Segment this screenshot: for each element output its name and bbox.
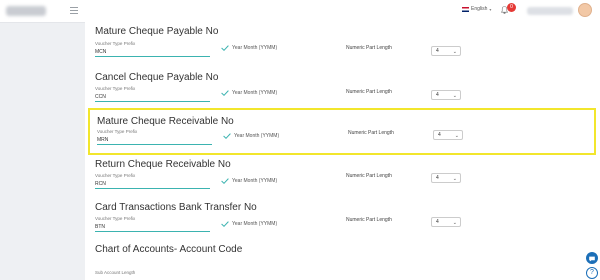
year-month-option[interactable]: Year Month (YYMM) — [221, 45, 277, 51]
chevron-down-icon: ⌄ — [452, 176, 457, 182]
year-month-option[interactable]: Year Month (YYMM) — [221, 178, 277, 184]
chat-button[interactable] — [586, 252, 598, 264]
numeric-part-label: Numeric Part Length — [346, 217, 392, 223]
year-month-label: Year Month (YYMM) — [232, 221, 278, 227]
prefix-input[interactable]: RCN — [95, 180, 210, 189]
numeric-part-label: Numeric Part Length — [346, 173, 392, 179]
prefix-input[interactable]: MRN — [97, 136, 212, 145]
prefix-label: Voucher Type Prefix — [95, 216, 136, 221]
check-icon — [221, 221, 229, 227]
numeric-part-label: Numeric Part Length — [346, 45, 392, 51]
prefix-label: Voucher Type Prefix — [95, 86, 136, 91]
numeric-length-value: 4 — [438, 132, 441, 138]
chart-of-accounts-title: Chart of Accounts- Account Code — [95, 244, 243, 255]
chevron-down-icon: ⌄ — [452, 49, 457, 55]
app-logo — [6, 6, 46, 16]
chevron-down-icon: ▾ — [489, 6, 492, 12]
check-icon — [221, 178, 229, 184]
prefix-input[interactable]: MCN — [95, 48, 210, 57]
numeric-length-value: 4 — [436, 48, 439, 54]
check-icon — [221, 90, 229, 96]
year-month-label: Year Month (YYMM) — [232, 45, 278, 51]
flag-icon — [462, 6, 469, 12]
user-name[interactable] — [527, 7, 573, 15]
numeric-length-value: 4 — [436, 175, 439, 181]
section-title: Cancel Cheque Payable No — [95, 72, 219, 83]
section-mature-cheque-receivable: Mature Cheque Receivable No Voucher Type… — [88, 108, 596, 155]
numeric-part-label: Numeric Part Length — [348, 130, 394, 136]
prefix-label: Voucher Type Prefix — [95, 41, 136, 46]
chevron-down-icon: ⌄ — [454, 133, 459, 139]
year-month-option[interactable]: Year Month (YYMM) — [221, 90, 277, 96]
prefix-input[interactable]: CCN — [95, 93, 210, 102]
numeric-length-select[interactable]: 4 ⌄ — [433, 130, 463, 140]
chevron-down-icon: ⌄ — [452, 93, 457, 99]
year-month-label: Year Month (YYMM) — [232, 178, 278, 184]
sub-account-length-label: Sub Account Length — [95, 270, 136, 275]
numeric-length-value: 4 — [436, 219, 439, 225]
prefix-input[interactable]: BTN — [95, 223, 210, 232]
numeric-part-label: Numeric Part Length — [346, 89, 392, 95]
numeric-length-select[interactable]: 4 ⌄ — [431, 90, 461, 100]
chat-icon — [589, 256, 595, 262]
numeric-length-select[interactable]: 4 ⌄ — [431, 217, 461, 227]
year-month-option[interactable]: Year Month (YYMM) — [221, 221, 277, 227]
top-bar: English ▾ 0 — [0, 0, 600, 23]
prefix-label: Voucher Type Prefix — [95, 173, 136, 178]
section-card-transactions-bank-transfer: Card Transactions Bank Transfer No Vouch… — [85, 200, 600, 248]
numeric-length-value: 4 — [436, 92, 439, 98]
menu-icon[interactable] — [70, 7, 78, 14]
help-button[interactable]: ? — [586, 267, 598, 279]
language-label: English — [471, 6, 488, 12]
section-mature-cheque-payable: Mature Cheque Payable No Voucher Type Pr… — [85, 26, 600, 74]
settings-panel: Mature Cheque Payable No Voucher Type Pr… — [85, 22, 600, 280]
avatar[interactable] — [578, 3, 592, 17]
section-title: Return Cheque Receivable No — [95, 159, 231, 170]
year-month-label: Year Month (YYMM) — [234, 133, 280, 139]
numeric-length-select[interactable]: 4 ⌄ — [431, 173, 461, 183]
section-title: Card Transactions Bank Transfer No — [95, 202, 257, 213]
section-return-cheque-receivable: Return Cheque Receivable No Voucher Type… — [85, 157, 600, 205]
check-icon — [221, 45, 229, 51]
check-icon — [223, 133, 231, 139]
prefix-label: Voucher Type Prefix — [97, 129, 138, 134]
year-month-option[interactable]: Year Month (YYMM) — [223, 133, 279, 139]
year-month-label: Year Month (YYMM) — [232, 90, 278, 96]
language-selector[interactable]: English ▾ — [462, 6, 491, 12]
help-icon: ? — [590, 269, 594, 276]
chevron-down-icon: ⌄ — [452, 220, 457, 226]
section-title: Mature Cheque Receivable No — [97, 116, 234, 127]
section-title: Mature Cheque Payable No — [95, 26, 219, 37]
numeric-length-select[interactable]: 4 ⌄ — [431, 46, 461, 56]
notification-badge: 0 — [507, 3, 516, 12]
